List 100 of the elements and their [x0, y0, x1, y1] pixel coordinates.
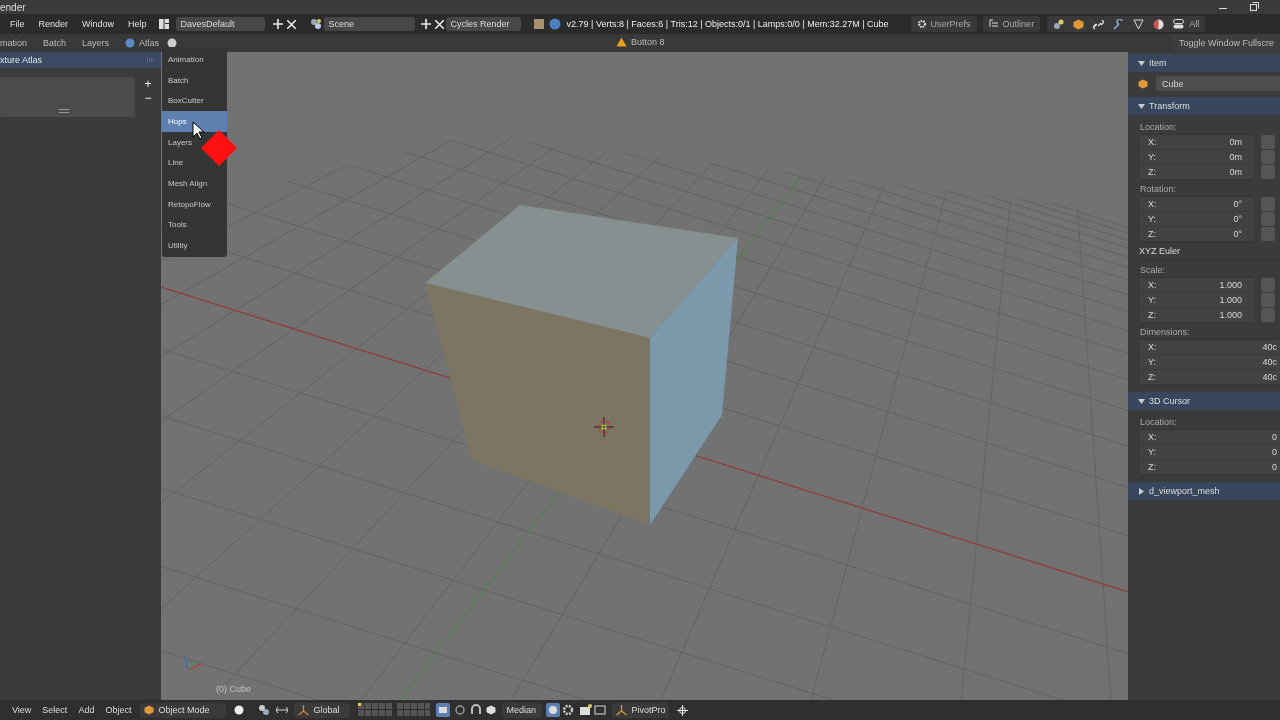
- section-title: 3D Cursor: [1149, 396, 1190, 406]
- number-field[interactable]: Y: 0m: [1140, 150, 1254, 165]
- menu-option[interactable]: Hops: [162, 111, 227, 132]
- restore-icon[interactable]: [1249, 2, 1259, 12]
- number-field[interactable]: Y: 0: [1140, 445, 1280, 460]
- menu-item[interactable]: Object: [103, 705, 134, 715]
- disclosure-triangle-icon[interactable]: [1138, 59, 1145, 67]
- section-title: Item: [1149, 58, 1167, 68]
- number-field[interactable]: X: 1.000: [1140, 278, 1254, 293]
- menu-item[interactable]: Select: [40, 705, 70, 715]
- menu-item[interactable]: Window: [82, 19, 115, 29]
- name-field[interactable]: Cube: [1156, 76, 1280, 91]
- scene-icon[interactable]: [1053, 18, 1065, 30]
- lock-toggle[interactable]: [1261, 293, 1275, 307]
- number-field[interactable]: Z: 0: [1140, 460, 1280, 475]
- rotation-mode-dropdown[interactable]: XYZ Euler: [1139, 243, 1280, 260]
- number-field[interactable]: Y: 0°: [1140, 212, 1254, 227]
- menu-option[interactable]: Tools: [162, 214, 190, 236]
- drag-handle-icon[interactable]: [147, 58, 155, 62]
- cube-icon[interactable]: [486, 705, 497, 715]
- circle-icon[interactable]: [454, 704, 467, 716]
- menu-option[interactable]: Animation: [162, 49, 207, 70]
- section-header[interactable]: Item: [1128, 54, 1280, 72]
- section-header[interactable]: 3D Cursor: [1128, 392, 1280, 410]
- render-engine-dropdown[interactable]: Cycles Render: [445, 17, 521, 31]
- orientation-dropdown[interactable]: Global: [294, 702, 351, 718]
- crosshair-icon[interactable]: [677, 704, 689, 716]
- lock-toggle[interactable]: [1261, 150, 1275, 164]
- pivot-dropdown[interactable]: Median: [502, 702, 543, 718]
- add-icon[interactable]: [272, 19, 283, 29]
- menu-option[interactable]: Utility: [162, 235, 191, 256]
- disclosure-triangle-icon[interactable]: [1138, 487, 1145, 495]
- number-field[interactable]: Z: 0°: [1140, 227, 1254, 242]
- number-field[interactable]: Y: 1.000: [1140, 293, 1254, 308]
- material-icon[interactable]: [1153, 18, 1165, 30]
- resize-grip-icon[interactable]: [59, 109, 69, 113]
- list-button[interactable]: +: [143, 77, 153, 91]
- menu-item[interactable]: Render: [38, 19, 69, 29]
- scene-field[interactable]: Scene: [323, 17, 415, 31]
- lock-toggle[interactable]: [1261, 308, 1275, 322]
- disclosure-triangle-icon[interactable]: [1138, 397, 1145, 405]
- close-icon[interactable]: [286, 19, 296, 29]
- cube-icon[interactable]: [1073, 18, 1085, 30]
- number-field[interactable]: X: 0: [1140, 430, 1280, 445]
- menu-option[interactable]: Batch: [162, 69, 192, 91]
- section-header[interactable]: d_viewport_mesh: [1128, 482, 1280, 500]
- layout-field[interactable]: DavesDefault: [175, 17, 265, 31]
- lock-toggle[interactable]: [1261, 278, 1275, 292]
- cube-icon: [1138, 78, 1148, 89]
- menu-item[interactable]: Help: [128, 19, 147, 29]
- number-field[interactable]: X: 0m: [1140, 135, 1254, 150]
- tool-tab[interactable]: Layers: [82, 38, 110, 48]
- lock-toggle[interactable]: [1261, 135, 1275, 149]
- atlas-tab[interactable]: Atlas: [125, 38, 160, 48]
- click-highlight-icon: [201, 130, 237, 166]
- menu-item[interactable]: View: [10, 705, 34, 715]
- close-icon[interactable]: [434, 19, 444, 29]
- menu-option[interactable]: Layers: [162, 131, 195, 153]
- lock-toggle[interactable]: [1261, 212, 1275, 226]
- tool-tab[interactable]: Batch: [43, 38, 67, 48]
- fullscreen-button[interactable]: Toggle Window Fullscre: [1172, 35, 1280, 51]
- menu-item[interactable]: File: [10, 19, 25, 29]
- number-field[interactable]: Z: 0m: [1140, 165, 1254, 180]
- manipulator-icon[interactable]: [276, 705, 289, 715]
- magnet-icon[interactable]: [470, 704, 483, 716]
- add-icon[interactable]: [420, 19, 431, 29]
- number-field[interactable]: Y: 40c: [1140, 355, 1280, 370]
- list-button[interactable]: −: [143, 91, 153, 105]
- tool-tab[interactable]: mation: [0, 38, 27, 48]
- lock-toggle[interactable]: [1261, 197, 1275, 211]
- wrench-icon[interactable]: [1113, 18, 1125, 30]
- field-label: Rotation:: [1140, 184, 1178, 194]
- lock-toggle[interactable]: [1261, 227, 1275, 241]
- gear-icon[interactable]: [562, 704, 575, 716]
- outliner-button[interactable]: Outliner: [982, 16, 1041, 32]
- section-header[interactable]: Transform: [1128, 97, 1280, 115]
- number-field[interactable]: X: 40c: [1140, 340, 1280, 355]
- pivotpro-button[interactable]: PivotPro: [612, 702, 670, 718]
- sphere-icon[interactable]: [234, 705, 245, 715]
- menu-option[interactable]: Line: [162, 152, 187, 174]
- lock-toggle[interactable]: [1261, 165, 1275, 179]
- menu-option[interactable]: RetopoFlow: [162, 193, 214, 215]
- disclosure-triangle-icon[interactable]: [1138, 102, 1145, 110]
- userprefs-button[interactable]: UserPrefs: [910, 16, 977, 32]
- mode-dropdown[interactable]: Object Mode: [140, 702, 227, 718]
- number-field[interactable]: Z: 40c: [1140, 370, 1280, 385]
- number-field[interactable]: Z: 1.000: [1140, 308, 1254, 323]
- menu-item[interactable]: Add: [76, 705, 97, 715]
- scene-icon[interactable]: [309, 18, 322, 30]
- section-title: d_viewport_mesh: [1149, 486, 1220, 496]
- 3d-cursor-icon[interactable]: [593, 416, 615, 438]
- toggle-icon: [1173, 19, 1185, 29]
- field-label: Scale:: [1140, 265, 1166, 275]
- number-field[interactable]: X: 0°: [1140, 197, 1254, 212]
- all-button[interactable]: All: [1173, 19, 1200, 29]
- cube-icon: [144, 705, 155, 715]
- field-label: Dimensions:: [1140, 327, 1191, 337]
- menu-option[interactable]: BoxCutter: [162, 90, 207, 112]
- layout-icon[interactable]: [157, 18, 170, 30]
- menu-option[interactable]: Mesh Align: [162, 173, 211, 194]
